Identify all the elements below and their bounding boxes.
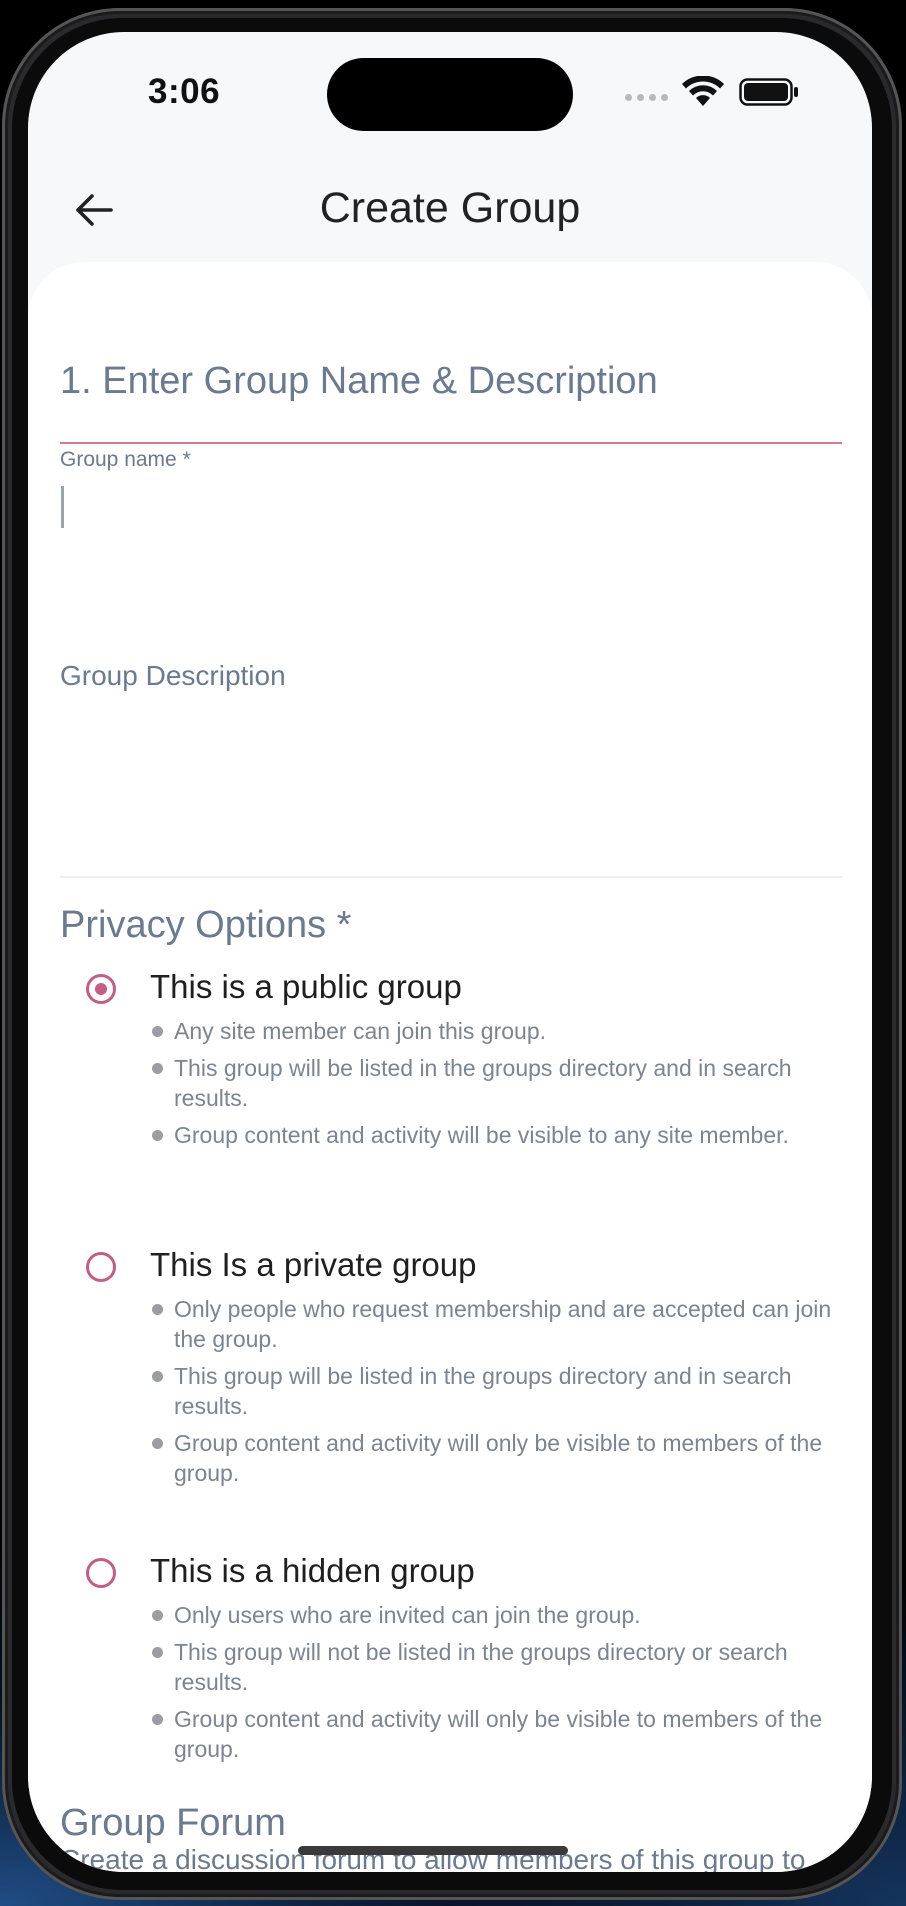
list-item: Only users who are invited can join the … (150, 1600, 850, 1630)
forum-section-title: Group Forum (60, 1802, 286, 1844)
hidden-option-details: Only users who are invited can join the … (150, 1600, 850, 1771)
list-item: Group content and activity will only be … (150, 1428, 850, 1488)
section-divider (60, 876, 842, 878)
group-name-input[interactable] (60, 382, 842, 444)
app-screen: 3:06 Create Group 1. Enter Group Name & … (28, 32, 872, 1872)
list-item: Any site member can join this group. (150, 1016, 850, 1046)
private-option-details: Only people who request membership and a… (150, 1294, 850, 1495)
page-title: Create Group (319, 184, 581, 232)
group-name-label: Group name * (60, 448, 191, 471)
hidden-option-label[interactable]: This is a hidden group (150, 1552, 475, 1590)
list-item: This group will be listed in the groups … (150, 1361, 850, 1421)
private-option-label[interactable]: This Is a private group (150, 1246, 477, 1284)
privacy-section-title: Privacy Options * (60, 904, 352, 946)
private-radio[interactable] (86, 1252, 116, 1282)
home-indicator[interactable] (298, 1846, 568, 1855)
list-item: Group content and activity will be visib… (150, 1120, 850, 1150)
public-option-details: Any site member can join this group. Thi… (150, 1016, 850, 1157)
public-option-label[interactable]: This is a public group (150, 968, 462, 1006)
group-description-label: Group Description (60, 660, 286, 691)
form-card: 1. Enter Group Name & Description Group … (28, 262, 872, 1872)
wifi-icon (682, 75, 724, 113)
text-caret (61, 486, 64, 528)
list-item: Group content and activity will only be … (150, 1704, 850, 1764)
list-item: Only people who request membership and a… (150, 1294, 850, 1354)
status-time: 3:06 (148, 72, 221, 111)
group-description-field[interactable] (60, 702, 846, 876)
public-radio[interactable] (86, 974, 116, 1004)
list-item: This group will be listed in the groups … (150, 1053, 850, 1113)
list-item: This group will not be listed in the gro… (150, 1637, 850, 1697)
dynamic-island (327, 58, 573, 131)
cellular-signal-icon (625, 94, 668, 101)
battery-icon (739, 78, 799, 111)
hidden-radio[interactable] (86, 1558, 116, 1588)
